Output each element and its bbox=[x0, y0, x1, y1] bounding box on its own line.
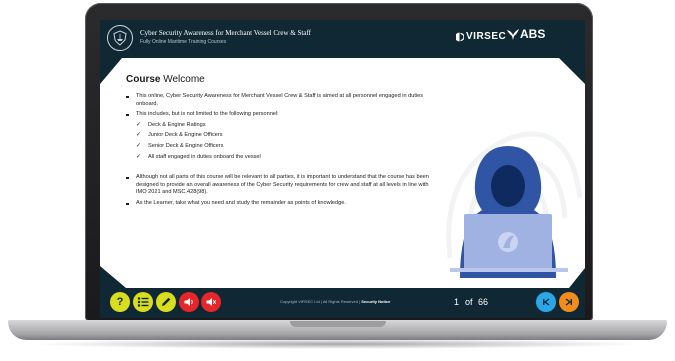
sub-list-item: ✓ Senior Deck & Engine Officers bbox=[124, 143, 440, 151]
course-footer: ? Copyright VIRSEC Ltd | All Rights Rese… bbox=[100, 288, 585, 318]
sub-list-item-text: All staff engaged in duties onboard the … bbox=[148, 153, 261, 160]
course-screen: Cyber Security Awareness for Merchant Ve… bbox=[100, 20, 585, 318]
list-item: As the Learner, take what you need and s… bbox=[124, 200, 440, 208]
sub-list-item-text: Deck & Engine Ratings bbox=[148, 121, 206, 128]
volume-button[interactable] bbox=[179, 292, 199, 312]
check-icon: ✓ bbox=[136, 121, 142, 128]
abs-logo-text: ABS bbox=[520, 27, 546, 41]
first-page-icon bbox=[543, 298, 550, 306]
menu-list-icon bbox=[137, 297, 149, 307]
corner-decoration bbox=[559, 58, 585, 84]
list-item: This online, Cyber Security Awareness fo… bbox=[124, 93, 440, 108]
welcome-list: This online, Cyber Security Awareness fo… bbox=[124, 93, 440, 211]
sub-list-item-text: Senior Deck & Engine Officers bbox=[148, 142, 224, 149]
security-notice-link[interactable]: Security Notice bbox=[361, 299, 390, 304]
menu-button[interactable] bbox=[133, 292, 153, 312]
sub-list-item: ✓ Deck & Engine Ratings bbox=[124, 122, 440, 130]
slide-heading-rest: Welcome bbox=[160, 74, 205, 85]
sub-list-item-text: Junior Deck & Engine Officers bbox=[148, 132, 223, 139]
laptop-notch bbox=[290, 321, 386, 327]
pencil-icon bbox=[162, 297, 171, 306]
course-title: Cyber Security Awareness for Merchant Ve… bbox=[140, 29, 311, 37]
slide-heading: Course Welcome bbox=[126, 74, 205, 85]
next-page-button[interactable] bbox=[559, 292, 579, 312]
list-item: Although not all parts of this course wi… bbox=[124, 174, 440, 197]
course-header: Cyber Security Awareness for Merchant Ve… bbox=[100, 20, 585, 58]
laptop-shadow bbox=[30, 339, 645, 349]
virsec-mark-icon bbox=[456, 32, 464, 41]
abs-logo: ABS bbox=[506, 27, 545, 41]
list-item: This includes, but is not limited to the… bbox=[124, 111, 440, 119]
eagle-icon bbox=[507, 29, 519, 40]
corner-decoration bbox=[100, 58, 122, 84]
first-page-button[interactable] bbox=[536, 292, 556, 312]
virsec-logo: VIRSEC bbox=[456, 31, 506, 42]
sub-list-item: ✓ All staff engaged in duties onboard the… bbox=[124, 154, 440, 162]
shield-crest-icon bbox=[107, 25, 133, 51]
hacker-illustration bbox=[450, 146, 568, 278]
course-subtitle: Fully Online Maritime Training Courses bbox=[140, 39, 227, 45]
page-total: 66 bbox=[478, 297, 489, 307]
sub-list-item: ✓ Junior Deck & Engine Officers bbox=[124, 132, 440, 140]
mute-button[interactable] bbox=[201, 292, 221, 312]
help-icon: ? bbox=[116, 296, 124, 308]
check-icon: ✓ bbox=[136, 142, 142, 149]
check-icon: ✓ bbox=[136, 132, 142, 139]
page: Cyber Security Awareness for Merchant Ve… bbox=[0, 0, 675, 361]
notes-button[interactable] bbox=[156, 292, 176, 312]
copyright-label: Copyright VIRSEC Ltd | All Rights Reserv… bbox=[280, 299, 361, 304]
virsec-logo-text: VIRSEC bbox=[466, 31, 507, 42]
page-of: of bbox=[465, 297, 473, 307]
volume-icon bbox=[184, 298, 193, 306]
check-icon: ✓ bbox=[136, 153, 142, 160]
slide-heading-bold: Course bbox=[126, 74, 161, 85]
corner-decoration bbox=[100, 266, 126, 288]
mute-icon bbox=[206, 298, 217, 306]
next-page-icon bbox=[565, 298, 572, 306]
copyright-text: Copyright VIRSEC Ltd | All Rights Reserv… bbox=[280, 299, 390, 304]
page-current: 1 bbox=[454, 297, 460, 307]
content-area: Course Welcome This online, Cyber Securi… bbox=[100, 58, 585, 288]
help-button[interactable]: ? bbox=[110, 292, 130, 312]
